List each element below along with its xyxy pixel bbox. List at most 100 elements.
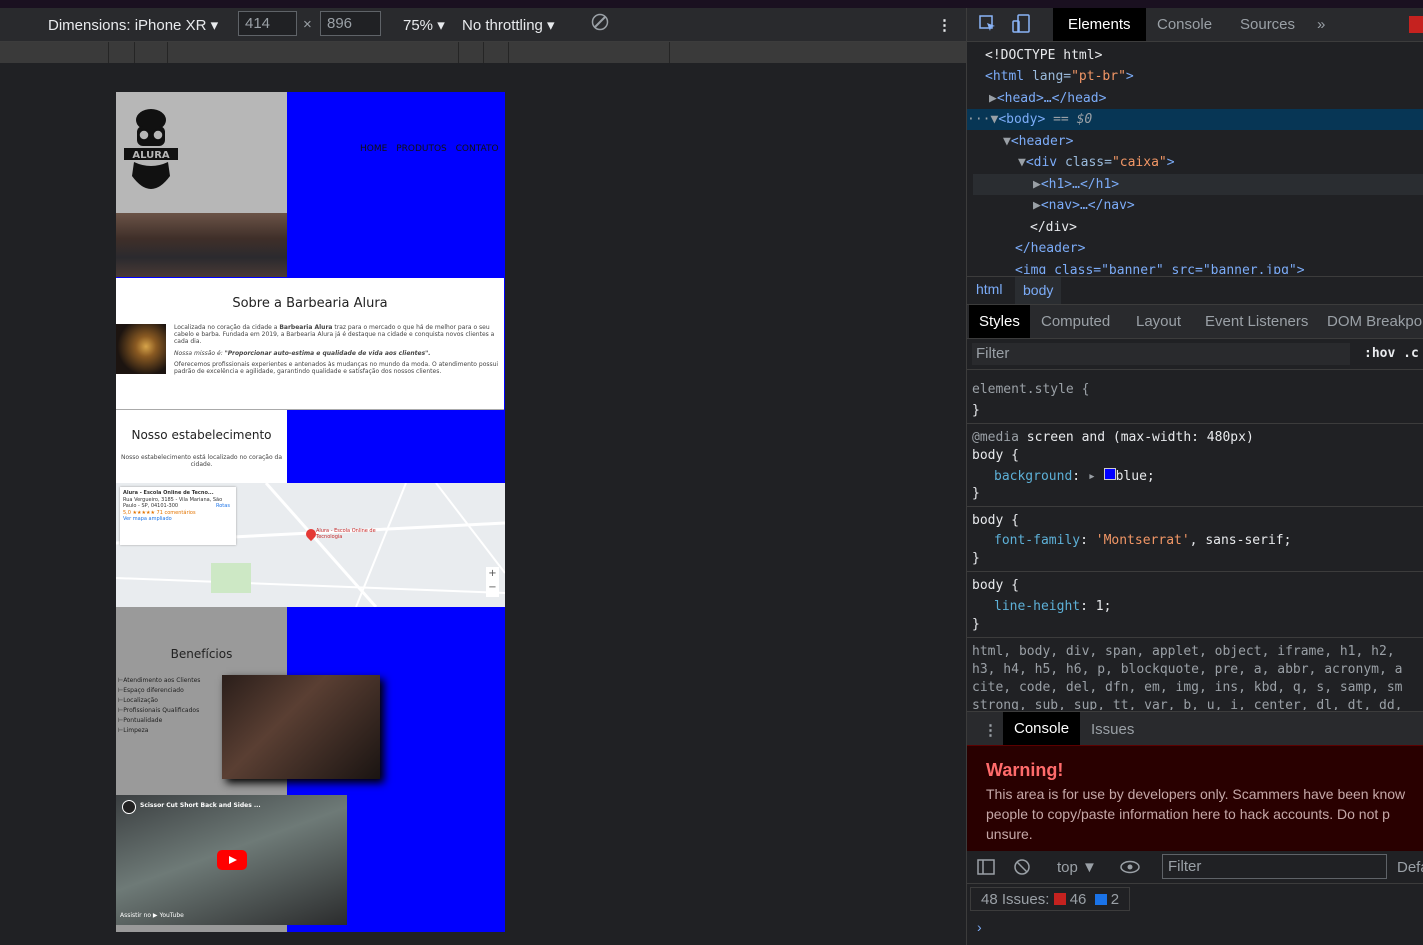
rotate-icon[interactable] <box>591 13 609 35</box>
issues-label: 48 Issues: <box>981 891 1050 908</box>
list-item: ⊢Profissionais Qualificados <box>118 707 200 714</box>
reset-selector-line-1: html, body, div, span, applet, object, i… <box>972 644 1395 659</box>
alura-barber-logo: ALURA <box>124 109 178 189</box>
tab-event-listeners[interactable]: Event Listeners <box>1205 313 1308 330</box>
console-filter-input[interactable]: Filter <box>1162 854 1387 879</box>
map-zoom-control[interactable]: + − <box>486 567 499 597</box>
banner-image <box>116 213 287 277</box>
video-title[interactable]: Scissor Cut Short Back and Sides ... <box>140 802 261 809</box>
tree-header-close[interactable]: </header> <box>1015 238 1085 259</box>
map-pin-label: Alura - Escola Online de Tecnologia <box>316 528 376 540</box>
rule-close: } <box>972 551 980 566</box>
info-icon <box>1094 894 1107 905</box>
tree-div-close[interactable]: </div> <box>1030 217 1077 238</box>
rule-body-selector[interactable]: body { <box>972 448 1019 463</box>
log-levels-dropdown[interactable]: Defa <box>1397 859 1423 876</box>
device-toggle-icon[interactable] <box>1011 14 1031 38</box>
breadcrumb-html[interactable]: html <box>976 281 1002 297</box>
devtools-main-tabs: Elements Console Sources » <box>967 8 1423 42</box>
issues-counter-button[interactable]: 48 Issues: 46 2 <box>970 887 1131 911</box>
google-map[interactable]: Alura - Escola Online de Tecno... Rua Ve… <box>116 483 505 607</box>
throttling-dropdown[interactable]: No throttling ▾ <box>462 16 555 34</box>
dimensions-label: Dimensions: iPhone XR <box>48 17 207 34</box>
throttling-label: No throttling <box>462 17 543 34</box>
tree-h1[interactable]: ▶<h1>…</h1> <box>973 174 1423 195</box>
width-input[interactable]: 414 <box>238 11 297 36</box>
tab-sources[interactable]: Sources <box>1240 16 1295 33</box>
map-routes-link[interactable]: Rotas <box>216 503 230 510</box>
tree-body-selected[interactable]: ···▼<body> == $0 <box>967 109 1423 130</box>
rule-close: } <box>972 486 980 501</box>
sobre-p2-start: Nossa missão é: <box>174 349 225 357</box>
more-options-icon[interactable]: ⋮ <box>937 16 952 34</box>
more-tabs-icon[interactable]: » <box>1317 16 1325 33</box>
media-query-ruler[interactable] <box>0 42 967 63</box>
youtube-video-embed[interactable]: Scissor Cut Short Back and Sides ... Ass… <box>116 795 347 925</box>
rule-body-selector[interactable]: body { <box>972 513 1019 528</box>
tree-html[interactable]: <html lang="pt-br"> <box>985 66 1134 87</box>
beneficios-image <box>222 675 380 779</box>
map-zoom-in-button[interactable]: + <box>486 567 499 581</box>
drawer-tab-console[interactable]: Console <box>1003 712 1081 746</box>
beneficios-list: ⊢Atendimento aos Clientes ⊢Espaço difere… <box>118 676 200 736</box>
sobre-p1-start: Localizada no coração da cidade a <box>174 324 280 331</box>
rule-media-query: @media screen and (max-width: 480px) <box>972 430 1254 445</box>
nav-produtos-link[interactable]: PRODUTOS <box>396 144 447 154</box>
sidebar-toggle-icon[interactable] <box>977 858 995 880</box>
console-toolbar: top ▼ Filter Defa <box>967 851 1423 884</box>
tree-doctype[interactable]: <!DOCTYPE html> <box>985 45 1102 66</box>
drawer-tabs: ⋮ Console Issues <box>967 711 1423 746</box>
zoom-dropdown[interactable]: 75% ▾ <box>403 16 445 34</box>
nav-home-link[interactable]: HOME <box>360 144 387 154</box>
map-card-link[interactable]: Ver mapa ampliado <box>123 516 233 523</box>
tab-layout[interactable]: Layout <box>1136 313 1181 330</box>
height-input[interactable]: 896 <box>320 11 381 36</box>
console-prompt[interactable]: › <box>977 919 982 935</box>
rule-close: } <box>972 617 980 632</box>
rule-font-family[interactable]: font-family: 'Montserrat', sans-serif; <box>994 533 1291 548</box>
breadcrumb-body[interactable]: body <box>1015 277 1062 304</box>
reset-selector-line-3: cite, code, del, dfn, em, img, ins, kbd,… <box>972 680 1403 695</box>
drawer-tab-issues[interactable]: Issues <box>1091 721 1134 738</box>
sobre-p3: Oferecemos profissionais experientes e a… <box>174 360 499 375</box>
map-place-card[interactable]: Alura - Escola Online de Tecno... Rua Ve… <box>120 487 236 545</box>
styles-pane: element.style { } @media screen and (max… <box>967 370 1423 710</box>
nav-contato-link[interactable]: CONTATO <box>456 144 499 154</box>
map-zoom-out-button[interactable]: − <box>486 581 499 595</box>
estab-title: Nosso estabelecimento <box>131 428 272 442</box>
sobre-text: Localizada no coração da cidade a Barbea… <box>174 324 502 379</box>
drawer-menu-icon[interactable]: ⋮ <box>983 721 998 739</box>
rule-body-selector[interactable]: body { <box>972 578 1019 593</box>
site-nav: HOME PRODUTOS CONTATO <box>360 144 505 154</box>
color-swatch[interactable] <box>1103 468 1116 480</box>
tab-elements[interactable]: Elements <box>1053 8 1146 41</box>
tree-div-caixa[interactable]: ▼<div class="caixa"> <box>1018 152 1175 173</box>
reset-selector-line-4: strong, sub, sup, tt, var, b, u, i, cent… <box>972 698 1403 710</box>
watch-on-youtube-link[interactable]: Assistir no ▶ YouTube <box>120 912 184 919</box>
hov-toggle[interactable]: :hov .c <box>1364 346 1419 361</box>
rule-line-height[interactable]: line-height: 1; <box>994 599 1111 614</box>
tab-computed[interactable]: Computed <box>1041 313 1110 330</box>
context-selector[interactable]: top ▼ <box>1057 859 1097 876</box>
rule-element-style[interactable]: element.style { <box>972 382 1089 397</box>
live-expression-eye-icon[interactable] <box>1120 859 1140 879</box>
play-button[interactable] <box>217 850 247 870</box>
clear-console-icon[interactable] <box>1013 858 1031 880</box>
rule-background[interactable]: background: ▸ blue; <box>994 468 1155 484</box>
inspect-element-icon[interactable] <box>979 15 997 37</box>
tab-dom-breakpoints[interactable]: DOM Breakpoi <box>1327 313 1423 330</box>
tree-head[interactable]: ▶<head>…</head> <box>989 88 1106 109</box>
styles-filter-input[interactable]: Filter <box>972 343 1350 365</box>
tab-console[interactable]: Console <box>1157 16 1212 33</box>
tab-styles[interactable]: Styles <box>969 305 1030 338</box>
errors-badge-icon[interactable] <box>1409 16 1423 33</box>
tree-header[interactable]: ▼<header> <box>1003 131 1073 152</box>
tree-img-banner[interactable]: <img class="banner" src="banner.jpg"> <box>1015 260 1305 274</box>
list-item: ⊢Espaço diferenciado <box>118 687 184 694</box>
tree-nav[interactable]: ▶<nav>…</nav> <box>1033 195 1135 216</box>
breadcrumb: html body <box>967 276 1423 305</box>
info-count: 2 <box>1110 891 1120 908</box>
dimensions-dropdown[interactable]: Dimensions: iPhone XR ▾ <box>48 16 218 34</box>
sobre-image <box>116 324 166 374</box>
list-item: ⊢Limpeza <box>118 727 149 734</box>
